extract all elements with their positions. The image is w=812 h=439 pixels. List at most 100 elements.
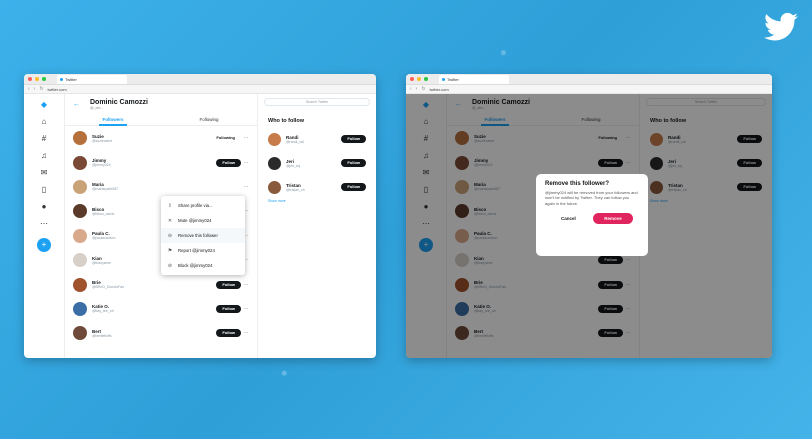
follower-row[interactable]: Jimmy @jimmy024 Follow ···: [65, 150, 257, 174]
suggestion-row[interactable]: Jeri @jeri_eq Follow: [268, 151, 366, 175]
avatar[interactable]: [73, 179, 87, 194]
tab-following[interactable]: Following: [161, 114, 257, 125]
menu-item[interactable]: ⊘ Block @jimmy024: [161, 258, 245, 273]
follow-button[interactable]: Follow: [216, 158, 241, 167]
profile-handle: @_dm...: [90, 105, 104, 110]
back-nav-icon[interactable]: ‹: [410, 86, 412, 92]
follow-button[interactable]: Follow: [216, 280, 241, 289]
avatar[interactable]: [268, 156, 281, 170]
bookmarks-icon[interactable]: ▯: [40, 185, 49, 194]
url-text[interactable]: twitter.com: [430, 87, 449, 92]
menu-item-label: Block @jimmy024: [178, 263, 213, 268]
follower-info: Brie @BRnD_DonutsFan: [92, 280, 216, 289]
avatar[interactable]: [73, 277, 87, 292]
dialog-actions: Cancel Remove: [545, 213, 639, 225]
reload-icon[interactable]: ↻: [39, 86, 43, 92]
forward-nav-icon[interactable]: ›: [416, 86, 418, 92]
close-window-button[interactable]: [28, 77, 32, 81]
cancel-button[interactable]: Cancel: [551, 213, 576, 224]
menu-item[interactable]: ⇪ Share profile via...: [161, 198, 245, 213]
more-options-icon[interactable]: ···: [241, 330, 251, 336]
block-icon: ⊘: [167, 262, 173, 269]
maximize-window-button[interactable]: [42, 77, 46, 81]
more-options-icon[interactable]: ···: [241, 282, 251, 288]
browser-window-left: Twitter ‹ › ↻ twitter.com ◆ ⌂ # ♫ ✉ ▯ ● …: [24, 74, 376, 358]
suggestion-row[interactable]: Randi @randi_cal Follow: [268, 127, 366, 151]
follower-handle: @kay_tee_oh: [92, 309, 114, 314]
follow-button[interactable]: Follow: [341, 135, 366, 143]
reload-icon[interactable]: ↻: [421, 86, 425, 92]
follow-button[interactable]: Follow: [341, 183, 366, 191]
browser-tab[interactable]: Twitter: [57, 75, 127, 84]
show-more-link[interactable]: Show more: [268, 199, 366, 203]
maximize-window-button[interactable]: [424, 77, 428, 81]
avatar[interactable]: [73, 301, 87, 316]
url-text[interactable]: twitter.com: [48, 87, 67, 92]
follower-info: Maria @mariarpark087: [92, 182, 241, 191]
nav-rail: ◆ ⌂ # ♫ ✉ ▯ ● ⋯ +: [24, 94, 64, 358]
menu-item[interactable]: ⚑ Report @jimmy024: [161, 243, 245, 258]
avatar[interactable]: [268, 132, 281, 146]
close-window-button[interactable]: [410, 77, 414, 81]
avatar[interactable]: [268, 180, 281, 194]
twitter-logo-icon: [764, 12, 798, 41]
avatar[interactable]: [73, 228, 87, 243]
who-to-follow-title: Who to follow: [268, 118, 305, 124]
follow-button[interactable]: Follow: [216, 329, 241, 338]
follower-info: Katie O. @kay_tee_oh: [92, 304, 216, 313]
browser-titlebar: Twitter: [24, 74, 376, 85]
avatar[interactable]: [73, 204, 87, 219]
notifications-icon[interactable]: ♫: [40, 151, 49, 160]
follow-button[interactable]: Follow: [341, 159, 366, 167]
avatar[interactable]: [73, 155, 87, 170]
address-bar[interactable]: ‹ › ↻ twitter.com: [24, 85, 376, 94]
follower-row[interactable]: Brie @BRnD_DonutsFan Follow ···: [65, 272, 257, 296]
browser-tab[interactable]: Twitter: [439, 75, 509, 84]
suggestion-info: Jeri @jeri_eq: [286, 159, 341, 168]
follower-handle: @bertiefluffs: [92, 333, 112, 338]
suggestion-handle: @jeri_eq: [286, 163, 301, 168]
browser-titlebar: Twitter: [406, 74, 772, 85]
follow-tabs: Followers Following: [65, 114, 257, 126]
forward-nav-icon[interactable]: ›: [34, 86, 36, 92]
avatar[interactable]: [73, 131, 87, 146]
follower-handle: @mariarpark087: [92, 187, 119, 192]
avatar[interactable]: [73, 326, 87, 341]
suggestion-row[interactable]: Tristan @tristan_ch Follow: [268, 175, 366, 199]
minimize-window-button[interactable]: [35, 77, 39, 81]
remove-button[interactable]: Remove: [593, 213, 633, 225]
minimize-window-button[interactable]: [417, 77, 421, 81]
follower-row[interactable]: Suzie @suziecame Following ···: [65, 126, 257, 150]
twitter-home-logo-icon[interactable]: ◆: [40, 100, 49, 109]
back-nav-icon[interactable]: ‹: [28, 86, 30, 92]
messages-icon[interactable]: ✉: [40, 168, 49, 177]
profile-name: Dominic Camozzi: [90, 98, 148, 106]
follower-row[interactable]: Katie O. @kay_tee_oh Follow ···: [65, 297, 257, 321]
more-options-icon[interactable]: ···: [241, 160, 251, 166]
suggestion-handle: @randi_cal: [286, 139, 304, 144]
menu-item[interactable]: ✕ Mute @jimmy024: [161, 213, 245, 228]
follower-row[interactable]: Bert @bertiefluffs Follow ···: [65, 321, 257, 345]
following-button[interactable]: Following: [210, 134, 241, 142]
profile-icon[interactable]: ●: [40, 202, 49, 211]
tab-followers[interactable]: Followers: [65, 114, 161, 126]
more-options-icon[interactable]: ···: [241, 306, 251, 312]
menu-item-label: Report @jimmy024: [178, 248, 215, 253]
menu-item[interactable]: ⊖ Remove this follower: [161, 228, 245, 243]
home-icon[interactable]: ⌂: [40, 117, 49, 126]
more-icon[interactable]: ⋯: [40, 219, 49, 228]
follower-info: Suzie @suziecame: [92, 134, 210, 143]
more-options-icon[interactable]: ···: [241, 135, 251, 141]
more-options-icon[interactable]: ···: [241, 184, 251, 190]
address-bar[interactable]: ‹ › ↻ twitter.com: [406, 85, 772, 94]
follow-button[interactable]: Follow: [216, 304, 241, 313]
suggestion-info: Randi @randi_cal: [286, 135, 341, 144]
back-arrow-icon[interactable]: ←: [73, 101, 80, 108]
search-input[interactable]: Search Twitter: [264, 98, 370, 106]
dialog-body: @jimmy024 will be removed from your foll…: [545, 190, 638, 206]
avatar[interactable]: [73, 253, 87, 268]
dialog-title: Remove this follower?: [545, 181, 610, 187]
explore-icon[interactable]: #: [40, 134, 49, 143]
menu-item-label: Mute @jimmy024: [178, 218, 212, 223]
compose-tweet-button[interactable]: +: [37, 238, 51, 252]
